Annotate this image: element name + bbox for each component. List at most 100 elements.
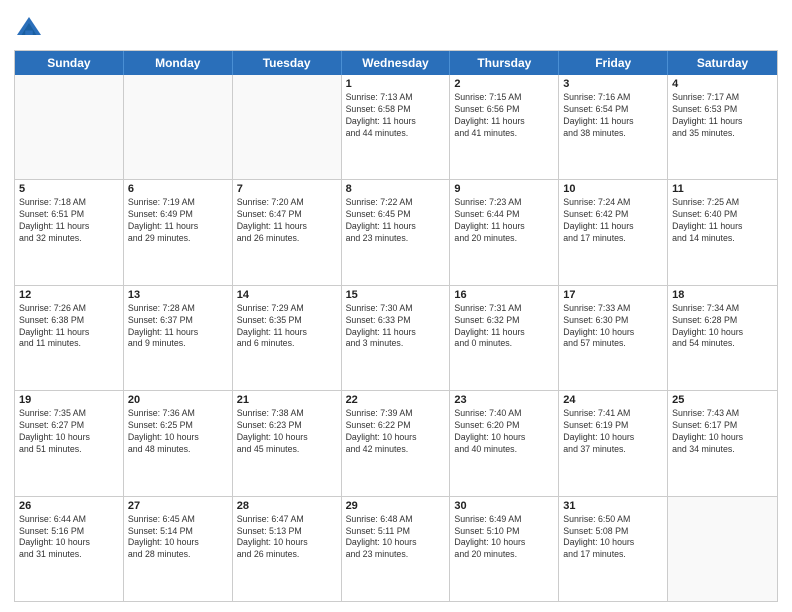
cal-cell: 11 Sunrise: 7:25 AM Sunset: 6:40 PM Dayli… [668,180,777,284]
day-number: 23 [454,394,554,406]
cal-cell: 3 Sunrise: 7:16 AM Sunset: 6:54 PM Daylig… [559,75,668,179]
day-info: Sunrise: 7:40 AM Sunset: 6:20 PM Dayligh… [454,408,554,456]
cal-cell: 23 Sunrise: 7:40 AM Sunset: 6:20 PM Dayli… [450,391,559,495]
header-day-wednesday: Wednesday [342,51,451,75]
cal-cell: 30 Sunrise: 6:49 AM Sunset: 5:10 PM Dayli… [450,497,559,601]
header-day-saturday: Saturday [668,51,777,75]
day-number: 12 [19,289,119,301]
week-row-2: 12 Sunrise: 7:26 AM Sunset: 6:38 PM Dayli… [15,285,777,390]
header-day-friday: Friday [559,51,668,75]
day-info: Sunrise: 7:31 AM Sunset: 6:32 PM Dayligh… [454,303,554,351]
day-number: 6 [128,183,228,195]
day-number: 25 [672,394,773,406]
day-info: Sunrise: 7:18 AM Sunset: 6:51 PM Dayligh… [19,197,119,245]
header-day-tuesday: Tuesday [233,51,342,75]
cal-cell: 21 Sunrise: 7:38 AM Sunset: 6:23 PM Dayli… [233,391,342,495]
header-day-sunday: Sunday [15,51,124,75]
cal-cell: 15Sunrise: 7:30 AM Sunset: 6:33 PM Dayli… [342,286,451,390]
day-number: 8 [346,183,446,195]
day-number: 20 [128,394,228,406]
day-number: 14 [237,289,337,301]
cal-cell: 12 Sunrise: 7:26 AM Sunset: 6:38 PM Dayli… [15,286,124,390]
header-day-thursday: Thursday [450,51,559,75]
day-number: 18 [672,289,773,301]
day-number: 26 [19,500,119,512]
cal-cell: 2 Sunrise: 7:15 AM Sunset: 6:56 PM Daylig… [450,75,559,179]
day-number: 22 [346,394,446,406]
day-info: Sunrise: 7:28 AM Sunset: 6:37 PM Dayligh… [128,303,228,351]
day-info: Sunrise: 7:24 AM Sunset: 6:42 PM Dayligh… [563,197,663,245]
week-row-0: 1Sunrise: 7:13 AM Sunset: 6:58 PM Daylig… [15,75,777,179]
week-row-3: 19 Sunrise: 7:35 AM Sunset: 6:27 PM Dayli… [15,390,777,495]
cal-cell: 18Sunrise: 7:34 AM Sunset: 6:28 PM Dayli… [668,286,777,390]
day-info: Sunrise: 7:38 AM Sunset: 6:23 PM Dayligh… [237,408,337,456]
day-number: 30 [454,500,554,512]
cal-cell: 26 Sunrise: 6:44 AM Sunset: 5:16 PM Dayli… [15,497,124,601]
day-info: Sunrise: 7:39 AM Sunset: 6:22 PM Dayligh… [346,408,446,456]
week-row-4: 26 Sunrise: 6:44 AM Sunset: 5:16 PM Dayli… [15,496,777,601]
day-info: Sunrise: 6:49 AM Sunset: 5:10 PM Dayligh… [454,514,554,562]
day-info: Sunrise: 7:25 AM Sunset: 6:40 PM Dayligh… [672,197,773,245]
day-number: 4 [672,78,773,90]
cal-cell: 19 Sunrise: 7:35 AM Sunset: 6:27 PM Dayli… [15,391,124,495]
day-number: 9 [454,183,554,195]
cal-cell: 7 Sunrise: 7:20 AM Sunset: 6:47 PM Daylig… [233,180,342,284]
day-info: Sunrise: 6:44 AM Sunset: 5:16 PM Dayligh… [19,514,119,562]
cal-cell [668,497,777,601]
day-info: Sunrise: 7:30 AM Sunset: 6:33 PM Dayligh… [346,303,446,351]
cal-cell: 27 Sunrise: 6:45 AM Sunset: 5:14 PM Dayli… [124,497,233,601]
logo-icon [14,14,44,44]
day-info: Sunrise: 6:50 AM Sunset: 5:08 PM Dayligh… [563,514,663,562]
cal-cell: 10 Sunrise: 7:24 AM Sunset: 6:42 PM Dayli… [559,180,668,284]
day-info: Sunrise: 7:26 AM Sunset: 6:38 PM Dayligh… [19,303,119,351]
cal-cell: 14Sunrise: 7:29 AM Sunset: 6:35 PM Dayli… [233,286,342,390]
cal-cell [233,75,342,179]
day-number: 24 [563,394,663,406]
day-info: Sunrise: 7:15 AM Sunset: 6:56 PM Dayligh… [454,92,554,140]
day-number: 2 [454,78,554,90]
day-number: 21 [237,394,337,406]
week-row-1: 5Sunrise: 7:18 AM Sunset: 6:51 PM Daylig… [15,179,777,284]
day-info: Sunrise: 7:20 AM Sunset: 6:47 PM Dayligh… [237,197,337,245]
day-info: Sunrise: 7:23 AM Sunset: 6:44 PM Dayligh… [454,197,554,245]
day-info: Sunrise: 6:45 AM Sunset: 5:14 PM Dayligh… [128,514,228,562]
cal-cell: 13 Sunrise: 7:28 AM Sunset: 6:37 PM Dayli… [124,286,233,390]
day-info: Sunrise: 6:47 AM Sunset: 5:13 PM Dayligh… [237,514,337,562]
day-info: Sunrise: 7:36 AM Sunset: 6:25 PM Dayligh… [128,408,228,456]
day-info: Sunrise: 7:16 AM Sunset: 6:54 PM Dayligh… [563,92,663,140]
cal-cell: 20 Sunrise: 7:36 AM Sunset: 6:25 PM Dayli… [124,391,233,495]
day-info: Sunrise: 6:48 AM Sunset: 5:11 PM Dayligh… [346,514,446,562]
logo [14,14,48,44]
cal-cell: 16Sunrise: 7:31 AM Sunset: 6:32 PM Dayli… [450,286,559,390]
cal-cell: 22 Sunrise: 7:39 AM Sunset: 6:22 PM Dayli… [342,391,451,495]
day-number: 13 [128,289,228,301]
cal-cell: 1Sunrise: 7:13 AM Sunset: 6:58 PM Daylig… [342,75,451,179]
day-number: 27 [128,500,228,512]
day-info: Sunrise: 7:22 AM Sunset: 6:45 PM Dayligh… [346,197,446,245]
cal-cell: 28 Sunrise: 6:47 AM Sunset: 5:13 PM Dayli… [233,497,342,601]
day-number: 10 [563,183,663,195]
cal-cell [124,75,233,179]
day-info: Sunrise: 7:19 AM Sunset: 6:49 PM Dayligh… [128,197,228,245]
day-info: Sunrise: 7:33 AM Sunset: 6:30 PM Dayligh… [563,303,663,351]
day-number: 3 [563,78,663,90]
day-number: 1 [346,78,446,90]
calendar-header: SundayMondayTuesdayWednesdayThursdayFrid… [15,51,777,75]
day-number: 31 [563,500,663,512]
calendar: SundayMondayTuesdayWednesdayThursdayFrid… [14,50,778,602]
cal-cell: 4Sunrise: 7:17 AM Sunset: 6:53 PM Daylig… [668,75,777,179]
day-number: 19 [19,394,119,406]
cal-cell [15,75,124,179]
cal-cell: 8 Sunrise: 7:22 AM Sunset: 6:45 PM Daylig… [342,180,451,284]
cal-cell: 6 Sunrise: 7:19 AM Sunset: 6:49 PM Daylig… [124,180,233,284]
day-number: 17 [563,289,663,301]
calendar-body: 1Sunrise: 7:13 AM Sunset: 6:58 PM Daylig… [15,75,777,601]
day-info: Sunrise: 7:35 AM Sunset: 6:27 PM Dayligh… [19,408,119,456]
day-info: Sunrise: 7:41 AM Sunset: 6:19 PM Dayligh… [563,408,663,456]
day-number: 28 [237,500,337,512]
cal-cell: 31 Sunrise: 6:50 AM Sunset: 5:08 PM Dayli… [559,497,668,601]
day-number: 7 [237,183,337,195]
cal-cell: 25Sunrise: 7:43 AM Sunset: 6:17 PM Dayli… [668,391,777,495]
header [14,10,778,44]
day-number: 11 [672,183,773,195]
